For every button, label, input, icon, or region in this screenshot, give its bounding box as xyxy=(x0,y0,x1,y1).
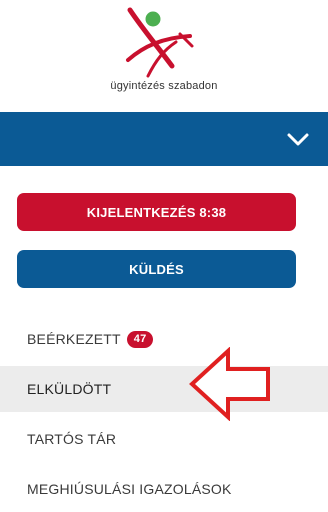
menu-item-failed-certificates[interactable]: MEGHIÚSULÁSI IGAZOLÁSOK xyxy=(0,466,328,512)
menu-item-sent[interactable]: ELKÜLDÖTT xyxy=(0,366,328,412)
menu-toggle-button[interactable] xyxy=(286,127,310,151)
menu-item-failed-label: MEGHIÚSULÁSI IGAZOLÁSOK xyxy=(27,481,232,497)
logo-tagline: ügyintézés szabadon xyxy=(110,80,218,92)
menu-item-sent-label: ELKÜLDÖTT xyxy=(27,381,112,397)
menu-item-storage[interactable]: TARTÓS TÁR xyxy=(0,416,328,462)
menu-item-storage-label: TARTÓS TÁR xyxy=(27,431,117,447)
logo-area: ügyintézés szabadon xyxy=(0,0,328,108)
left-arrow-outline-icon xyxy=(189,347,270,421)
menu-item-inbox[interactable]: BEÉRKEZETT 47 xyxy=(0,316,328,362)
logout-button[interactable]: KIJELENTKEZÉS 8:38 xyxy=(17,193,296,231)
send-button[interactable]: KÜLDÉS xyxy=(17,250,296,288)
chevron-down-icon xyxy=(287,133,309,146)
inbox-count-badge: 47 xyxy=(126,330,154,348)
menu-item-inbox-label: BEÉRKEZETT xyxy=(27,331,121,347)
logo-icon xyxy=(126,7,194,78)
nav-bar xyxy=(0,112,328,166)
